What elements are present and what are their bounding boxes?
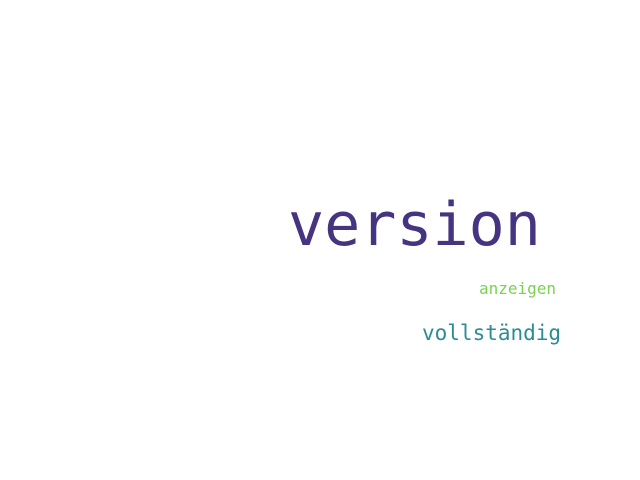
word-anzeigen: anzeigen [479, 279, 557, 298]
word-version: version [288, 190, 541, 260]
word-cloud-canvas: version anzeigen vollständig [0, 0, 640, 480]
word-vollstandig: vollständig [422, 321, 562, 345]
